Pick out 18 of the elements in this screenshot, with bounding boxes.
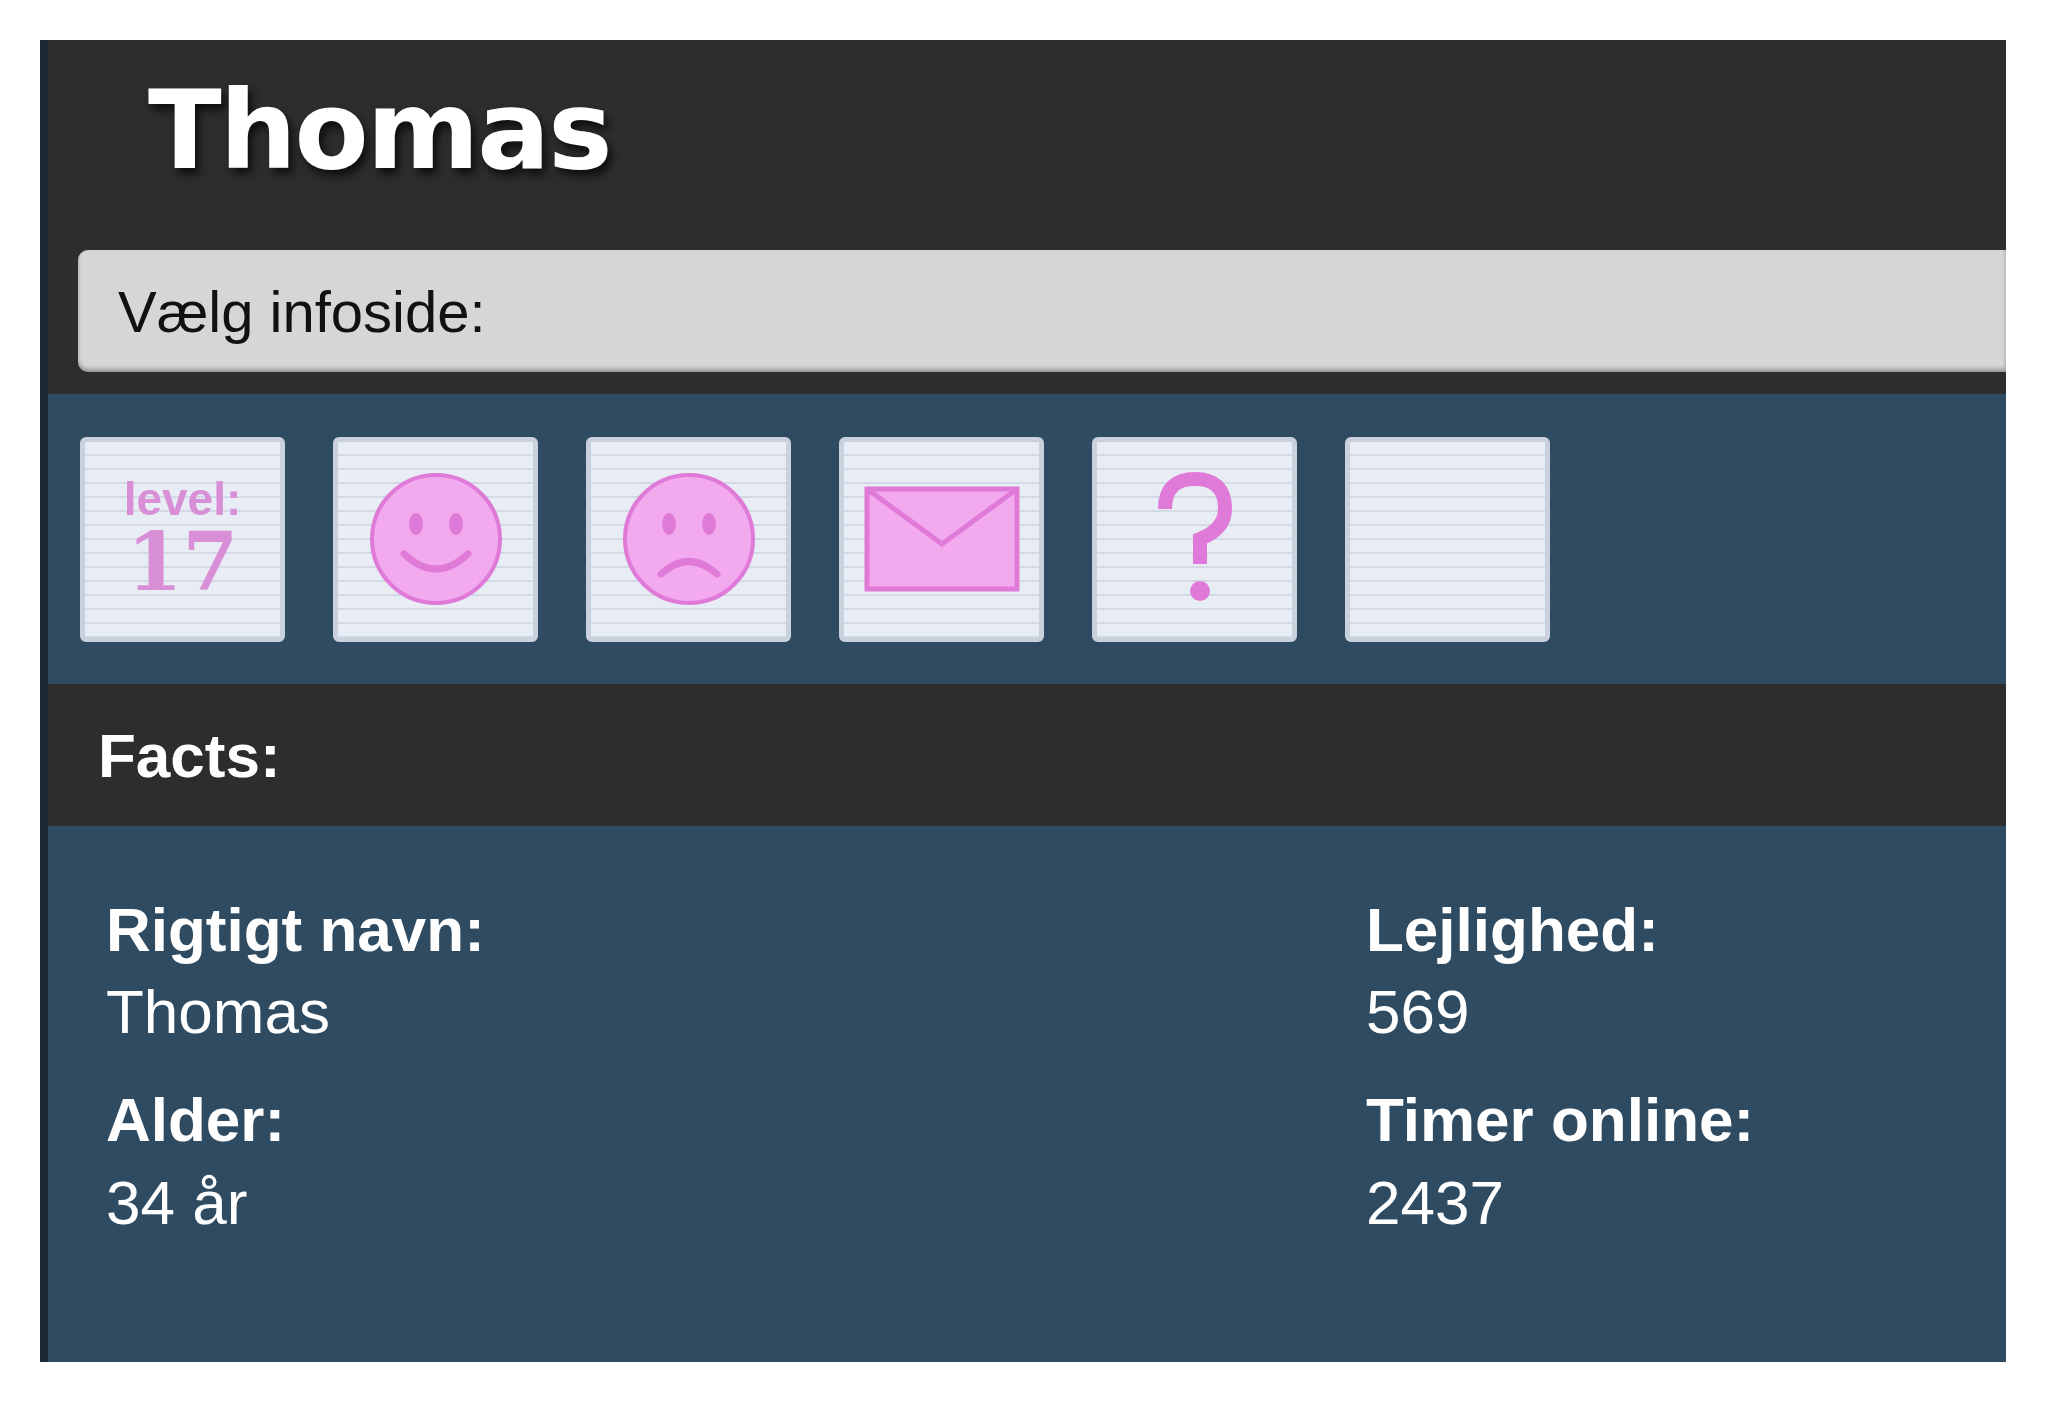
fact-label: Lejlighed: xyxy=(1366,896,1660,965)
fact-value: Thomas xyxy=(106,978,331,1047)
profile-name: Thomas xyxy=(148,67,611,193)
fact-value: 34 år xyxy=(106,1168,249,1237)
info-page-select[interactable]: Vælg infoside: xyxy=(78,250,2006,372)
blank-tile[interactable] xyxy=(1345,436,1550,642)
facts-heading: Facts: xyxy=(98,719,281,791)
question-button[interactable] xyxy=(1092,436,1297,642)
smiley-button[interactable] xyxy=(333,436,538,642)
fact-value: 569 xyxy=(1366,978,1471,1047)
sad-face-button[interactable] xyxy=(586,436,791,642)
fact-label: Alder: xyxy=(106,1086,287,1155)
fact-value: 2437 xyxy=(1366,1168,1505,1237)
level-caption: level: xyxy=(123,476,242,522)
mail-button[interactable] xyxy=(839,436,1044,642)
fact-label: Timer online: xyxy=(1366,1086,1756,1155)
level-value: 17 xyxy=(126,522,239,602)
fact-label: Rigtigt navn: xyxy=(106,896,486,965)
